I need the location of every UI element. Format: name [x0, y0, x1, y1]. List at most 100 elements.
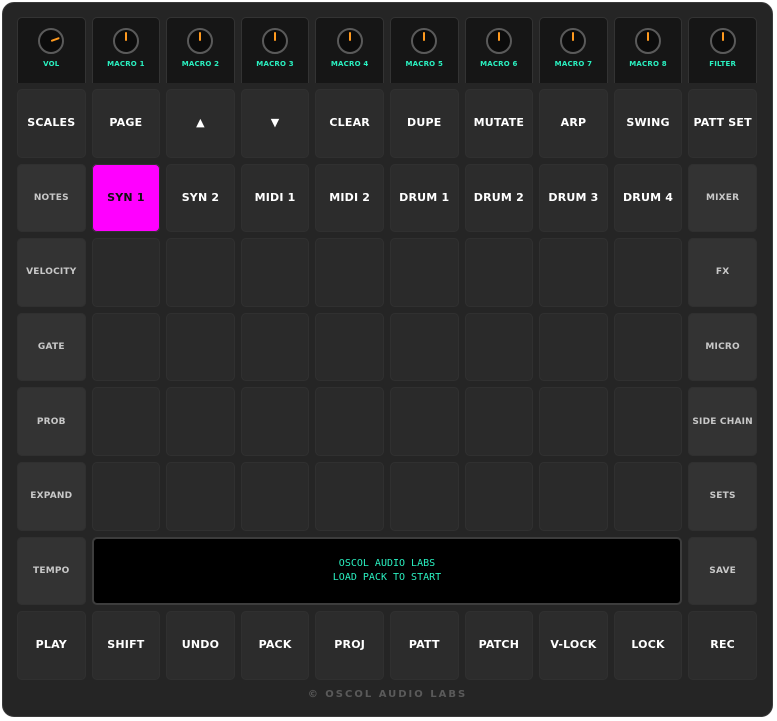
knob-macro-3[interactable]: MACRO 3	[240, 17, 310, 83]
lcd-display: OSCOL AUDIO LABS LOAD PACK TO START	[91, 536, 683, 606]
grid-pad[interactable]	[315, 387, 384, 456]
fx-button[interactable]: FX	[688, 238, 757, 307]
lock-button[interactable]: LOCK	[613, 611, 683, 680]
grid-pad[interactable]	[464, 461, 534, 531]
grid-pad[interactable]	[166, 312, 235, 382]
play-button[interactable]: PLAY	[17, 611, 86, 680]
knob-indicator	[497, 32, 500, 41]
down-arrow-button[interactable]: ▼	[240, 89, 310, 158]
undo-button[interactable]: UNDO	[166, 611, 235, 680]
shift-button[interactable]: SHIFT	[91, 611, 161, 680]
grid-pad[interactable]	[166, 387, 235, 456]
grid-pad[interactable]	[464, 387, 534, 456]
prob-button[interactable]: PROB	[17, 387, 86, 456]
knob-macro-7[interactable]: MACRO 7	[539, 17, 608, 83]
knob-macro-4[interactable]: MACRO 4	[315, 17, 384, 83]
knob-dial-icon[interactable]	[709, 28, 736, 54]
display-line-1: OSCOL AUDIO LABS	[338, 557, 436, 569]
knob-dial-icon[interactable]	[262, 28, 289, 54]
grid-pad[interactable]	[91, 387, 161, 456]
track-midi-2-button[interactable]: MIDI 2	[315, 163, 384, 233]
grid-pad[interactable]	[464, 238, 534, 307]
knob-label: MACRO 1	[107, 60, 145, 68]
tempo-button[interactable]: TEMPO	[17, 536, 86, 606]
grid-pad[interactable]	[539, 387, 608, 456]
patch-button[interactable]: PATCH	[464, 611, 534, 680]
track-drum-1-button[interactable]: DRUM 1	[389, 163, 459, 233]
grid-pad[interactable]	[91, 238, 161, 307]
micro-button[interactable]: MICRO	[688, 312, 757, 382]
knob-macro-1[interactable]: MACRO 1	[91, 17, 161, 83]
grid-pad[interactable]	[539, 312, 608, 382]
grid-pad[interactable]	[389, 387, 459, 456]
knob-dial-icon[interactable]	[38, 28, 65, 54]
grid-pad[interactable]	[389, 312, 459, 382]
side-chain-button[interactable]: SIDE CHAIN	[688, 387, 757, 456]
notes-button[interactable]: NOTES	[17, 163, 86, 233]
knob-macro-6[interactable]: MACRO 6	[464, 17, 534, 83]
grid-pad[interactable]	[315, 461, 384, 531]
grid-pad[interactable]	[613, 461, 683, 531]
knob-dial-icon[interactable]	[635, 28, 662, 54]
knob-dial-icon[interactable]	[187, 28, 214, 54]
scales-button[interactable]: SCALES	[17, 89, 86, 158]
sets-button[interactable]: SETS	[688, 461, 757, 531]
track-drum-3-button[interactable]: DRUM 3	[539, 163, 608, 233]
v-lock-button[interactable]: V-LOCK	[539, 611, 608, 680]
grid-pad[interactable]	[240, 461, 310, 531]
grid-pad[interactable]	[91, 312, 161, 382]
track-drum-2-button[interactable]: DRUM 2	[464, 163, 534, 233]
knob-indicator	[348, 32, 351, 41]
clear-button[interactable]: CLEAR	[315, 89, 384, 158]
grid-pad[interactable]	[613, 312, 683, 382]
save-button[interactable]: SAVE	[688, 536, 757, 606]
expand-button[interactable]: EXPAND	[17, 461, 86, 531]
knob-macro-5[interactable]: MACRO 5	[389, 17, 459, 83]
knob-label: MACRO 7	[554, 60, 593, 68]
grid-pad[interactable]	[240, 238, 310, 307]
mixer-button[interactable]: MIXER	[688, 163, 757, 233]
knob-label: MACRO 2	[181, 60, 220, 68]
knob-dial-icon[interactable]	[485, 28, 512, 54]
gate-button[interactable]: GATE	[17, 312, 86, 382]
arp-button[interactable]: ARP	[539, 89, 608, 158]
knob-indicator	[647, 32, 650, 41]
rec-button[interactable]: REC	[688, 611, 757, 680]
track-drum-4-button[interactable]: DRUM 4	[613, 163, 683, 233]
grid-pad[interactable]	[613, 238, 683, 307]
track-midi-1-button[interactable]: MIDI 1	[240, 163, 310, 233]
knob-dial-icon[interactable]	[112, 28, 139, 54]
grid-pad[interactable]	[389, 461, 459, 531]
knob-dial-icon[interactable]	[411, 28, 438, 54]
page-button[interactable]: PAGE	[91, 89, 161, 158]
track-syn-2-button[interactable]: SYN 2	[166, 163, 235, 233]
knob-vol[interactable]: VOL	[17, 17, 86, 83]
proj-button[interactable]: PROJ	[315, 611, 384, 680]
grid-pad[interactable]	[613, 387, 683, 456]
velocity-button[interactable]: VELOCITY	[17, 238, 86, 307]
patt-set-button[interactable]: PATT SET	[688, 89, 757, 158]
grid-pad[interactable]	[539, 461, 608, 531]
knob-dial-icon[interactable]	[336, 28, 363, 54]
mutate-button[interactable]: MUTATE	[464, 89, 534, 158]
knob-dial-icon[interactable]	[560, 28, 587, 54]
grid-pad[interactable]	[240, 312, 310, 382]
track-syn-1-button[interactable]: SYN 1	[91, 163, 161, 233]
grid-pad[interactable]	[389, 238, 459, 307]
grid-pad[interactable]	[166, 238, 235, 307]
knob-macro-2[interactable]: MACRO 2	[166, 17, 235, 83]
up-arrow-button[interactable]: ▲	[166, 89, 235, 158]
grid-pad[interactable]	[240, 387, 310, 456]
swing-button[interactable]: SWING	[613, 89, 683, 158]
grid-pad[interactable]	[315, 238, 384, 307]
knob-macro-8[interactable]: MACRO 8	[613, 17, 683, 83]
patt-button[interactable]: PATT	[389, 611, 459, 680]
dupe-button[interactable]: DUPE	[389, 89, 459, 158]
grid-pad[interactable]	[315, 312, 384, 382]
pack-button[interactable]: PACK	[240, 611, 310, 680]
grid-pad[interactable]	[91, 461, 161, 531]
knob-filter[interactable]: FILTER	[688, 17, 757, 83]
grid-pad[interactable]	[166, 461, 235, 531]
grid-pad[interactable]	[464, 312, 534, 382]
grid-pad[interactable]	[539, 238, 608, 307]
